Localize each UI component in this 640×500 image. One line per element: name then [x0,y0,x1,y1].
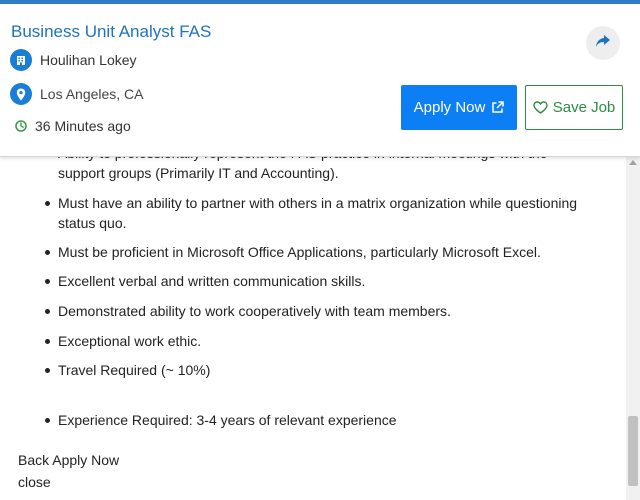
save-job-button[interactable]: Save Job [525,85,623,130]
back-link[interactable]: Back [18,452,49,468]
company-name: Houlihan Lokey [40,52,137,68]
list-item-text: Demonstrated ability to work cooperative… [58,303,451,319]
list-item: Experience Required: 3-4 years of releva… [45,410,593,430]
footer-apply-link[interactable]: Apply Now [52,452,119,468]
bullet-dot [45,309,50,314]
location-row: Los Angeles, CA [10,83,144,105]
list-item-text: Experience Required: 3-4 years of releva… [58,412,397,428]
posted-time-row: 36 Minutes ago [15,118,131,134]
apply-now-label: Apply Now [413,99,486,116]
clock-icon [15,120,27,132]
vertical-scrollbar[interactable] [626,156,640,500]
list-item: Must be proficient in Microsoft Office A… [45,242,593,262]
list-item: Must have an ability to partner with oth… [45,193,593,233]
map-pin-icon [10,83,32,105]
list-item: Excellent verbal and written communicati… [45,271,593,291]
bullet-dot [45,368,50,373]
scrollbar-thumb[interactable] [628,416,638,486]
save-job-label: Save Job [552,99,616,116]
share-button[interactable] [586,26,620,60]
list-item: Travel Required (~ 10%) [45,360,593,380]
apply-now-button[interactable]: Apply Now [401,85,517,130]
bullet-dot [45,418,50,423]
job-title[interactable]: Business Unit Analyst FAS [11,22,211,42]
job-description: Ability to professionally represent the … [0,140,626,500]
list-item-text: Must have an ability to partner with oth… [58,195,578,231]
job-header: Business Unit Analyst FAS Houlihan Lokey [0,4,640,157]
bullet-dot [45,201,50,206]
external-link-icon [491,101,505,114]
list-item-text: Travel Required (~ 10%) [58,362,211,378]
bullet-dot [45,339,50,344]
footer-close-row: close [18,474,51,490]
building-icon [10,49,32,71]
company-row: Houlihan Lokey [10,49,137,71]
close-link[interactable]: close [18,474,51,490]
list-item: Demonstrated ability to work cooperative… [45,301,593,321]
footer-actions: Back Apply Now [18,452,119,468]
list-item-text: Excellent verbal and written communicati… [58,273,366,289]
bullet-dot [45,279,50,284]
heart-icon [533,101,548,114]
list-item-text: Exceptional work ethic. [58,333,202,349]
share-arrow-icon [595,34,611,53]
list-item-text: Must be proficient in Microsoft Office A… [58,244,541,260]
job-location: Los Angeles, CA [40,86,144,102]
bullet-dot [45,250,50,255]
list-item: Exceptional work ethic. [45,331,593,351]
posted-time: 36 Minutes ago [35,118,131,134]
scroll-up-arrow-icon[interactable] [629,160,637,165]
